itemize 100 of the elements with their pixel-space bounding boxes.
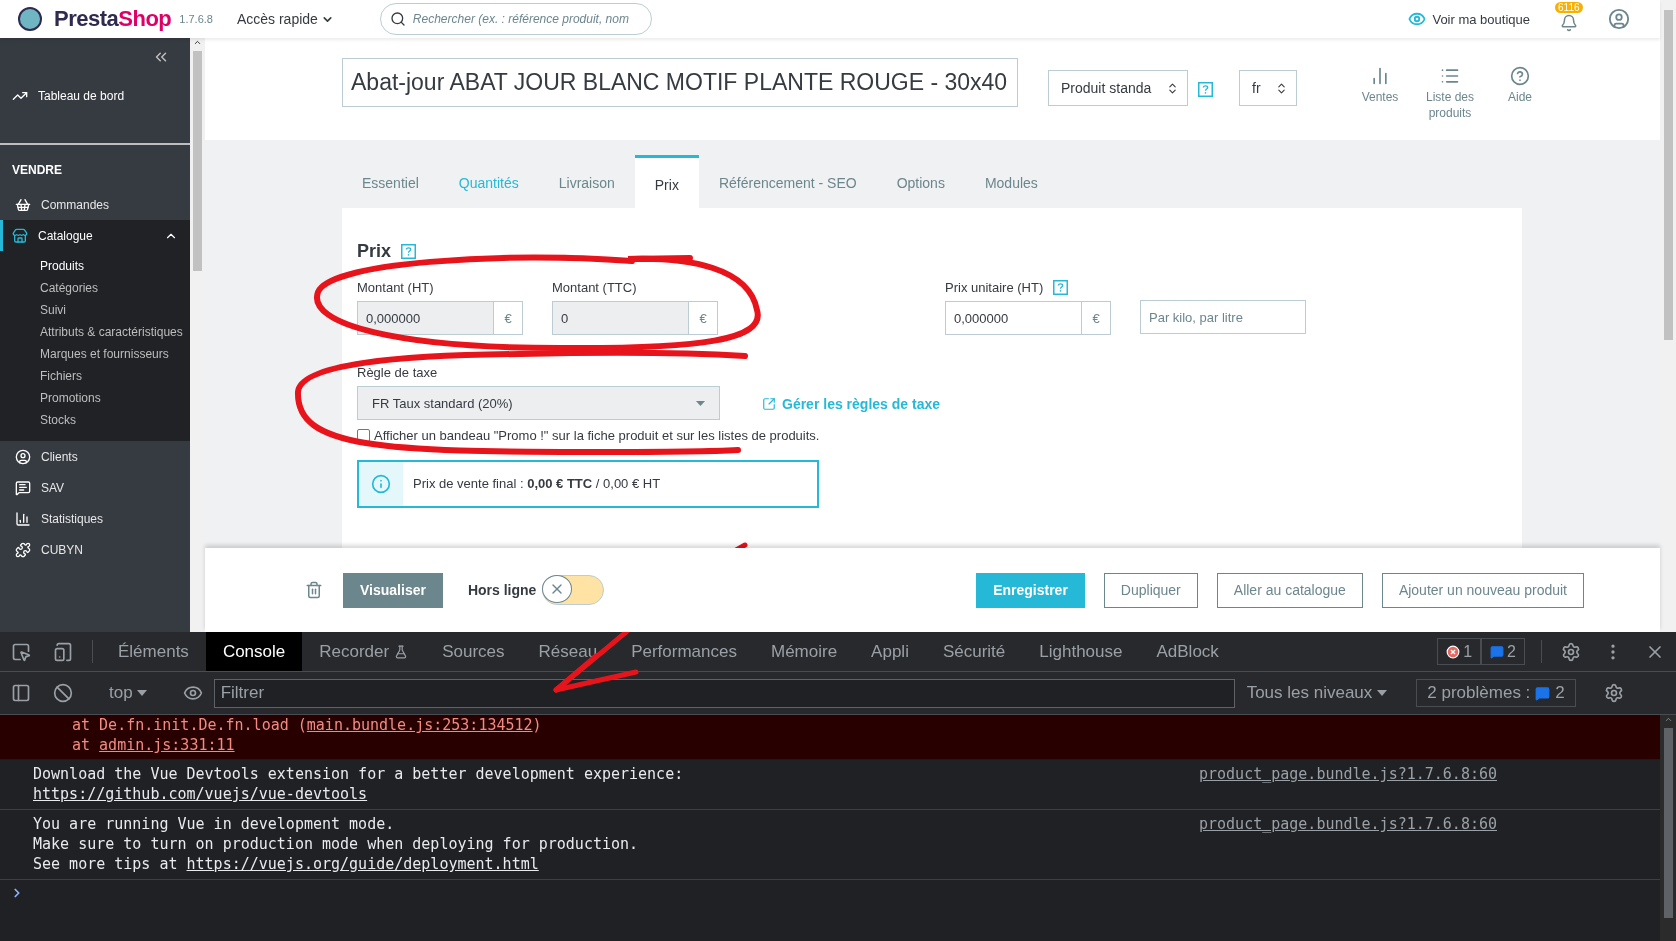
section-title: Prix [357,241,392,262]
levels-select[interactable]: Tous les niveaux [1234,683,1400,703]
scrollbar[interactable] [1660,715,1676,941]
sidebar-item[interactable]: Catalogue [0,220,190,251]
user-icon[interactable] [1608,8,1630,30]
tab[interactable]: Options [876,155,965,208]
action-button[interactable]: Ajouter un nouveau produit [1381,572,1584,608]
arrow-up-icon [1663,715,1673,724]
issues-button[interactable]: 2 problèmes : 2 [1416,679,1576,707]
menu-icon [15,541,31,558]
language-select[interactable]: fr [1239,70,1297,106]
shop-link[interactable]: Voir ma boutique [1408,10,1530,28]
scrollbar-thumb[interactable] [1663,10,1673,340]
section-title: VENDRE [11,162,63,179]
devtools-tab[interactable]: Lighthouse [1022,632,1140,671]
sidebar-item[interactable]: Clients [0,441,190,472]
tab[interactable]: Modules [964,155,1058,208]
source-link[interactable]: product_page.bundle.js?1.7.6.8:60 [1199,814,1497,874]
caret-icon [696,400,705,406]
devtools-tab[interactable]: Console [205,632,303,671]
source-link[interactable]: https://vuejs.org/guide/deployment.html [186,855,539,873]
console-text: See more tips at https://vuejs.org/guide/deployment.html [33,854,540,874]
devtools-tab[interactable]: Appli [854,632,926,671]
error-counter[interactable]: 1 [1437,638,1482,665]
help-icon[interactable] [1053,280,1069,295]
settings-icon[interactable] [1561,641,1581,662]
menu-icon [12,227,28,244]
offline-switch[interactable] [542,575,605,605]
submenu-item[interactable]: Marques et fournisseurs [40,343,185,365]
action-button[interactable]: Dupliquer [1103,572,1198,608]
tab[interactable]: Référencement - SEO [698,155,877,208]
eye-icon[interactable] [182,683,203,703]
scrollbar[interactable] [190,38,205,632]
toolbar-link[interactable]: Ventes [1353,66,1407,121]
logo-icon [18,7,42,31]
action-button[interactable]: Aller au catalogue [1216,572,1363,608]
source-link[interactable]: main.bundle.js:253:134512 [306,716,533,734]
sidebar-item[interactable]: SAV [0,472,190,503]
submenu-item[interactable]: Stocks [40,409,185,431]
devtools-tab[interactable]: Recorder [302,632,426,671]
context-select[interactable]: top [101,683,155,703]
inspect-icon[interactable] [11,641,31,662]
help-icon[interactable] [401,244,417,259]
field-label: Montant (HT) [357,280,435,295]
caret-icon [1377,690,1388,696]
submenu-item[interactable]: Attributs & caractéristiques [40,321,185,343]
message-icon [1535,685,1551,701]
field-label: Règle de taxe [357,365,439,380]
sidebar-item[interactable]: Commandes [0,189,190,220]
submenu-item[interactable]: Promotions [40,387,185,409]
menu-icon [15,510,31,527]
source-link[interactable]: admin.js:331:11 [99,736,235,754]
delete-icon[interactable] [305,581,323,599]
toolbar-link[interactable]: Aide [1493,66,1547,121]
scrollbar-thumb[interactable] [1663,728,1673,918]
scrollbar[interactable] [1660,0,1676,632]
product-type-select[interactable]: Produit standa [1048,70,1188,106]
toolbar-link[interactable]: Liste des produits [1423,66,1477,121]
unit-field[interactable]: Par kilo, par litre [1140,300,1306,334]
sidebar-item[interactable]: Tableau de bord [12,88,170,104]
devtools-tab[interactable]: Sécurité [925,632,1023,671]
price-field[interactable]: 0,000000 € [945,301,1111,335]
devtools-tab[interactable]: Éléments [101,632,206,671]
help-icon[interactable] [1198,82,1213,97]
devtools-tab[interactable]: Mémoire [754,632,855,671]
console-link[interactable]: https://github.com/vuejs/vue-devtools [33,784,684,804]
submenu-item[interactable]: Catégories [40,277,185,299]
devtools-tab[interactable]: Réseau [521,632,615,671]
sidebar-icon[interactable] [11,683,31,703]
message-counter[interactable]: 2 [1481,638,1525,665]
preview-button[interactable]: Visualiser [343,572,443,608]
source-link[interactable]: product_page.bundle.js?1.7.6.8:60 [1199,764,1497,804]
field-label: Montant (TTC) [552,280,638,295]
clear-icon[interactable] [53,683,73,703]
tab[interactable]: Essentiel [342,155,439,208]
search-icon [389,11,406,27]
caret-icon [136,690,147,696]
quick-access-menu[interactable]: Accès rapide [230,10,340,28]
devtools-tab[interactable]: Performances [614,632,754,671]
menu-icon [15,479,31,496]
tax-rule-select[interactable]: FR Taux standard (20%) [357,386,720,420]
submenu-item[interactable]: Produits [40,255,185,277]
submenu-item[interactable]: Fichiers [40,365,185,387]
tab[interactable]: Livraison [538,155,635,208]
search-field[interactable]: Rechercher (ex. : référence produit, nom [379,3,652,35]
device-icon[interactable] [53,641,73,662]
sidebar-item[interactable]: CUBYN [0,534,190,565]
devtools-tab[interactable]: AdBlock [1139,632,1236,671]
sidebar-item[interactable]: Statistiques [0,503,190,534]
submenu-item[interactable]: Suivi [40,299,185,321]
scrollbar-thumb[interactable] [193,51,202,271]
console-text: You are running Vue in development mode. [33,814,396,834]
tab[interactable]: Prix [634,155,699,208]
eye-icon [1408,10,1427,28]
devtools-tab[interactable]: Sources [425,632,522,671]
menu-icon [15,448,31,465]
settings-icon[interactable] [1603,683,1624,703]
product-name-field[interactable]: Abat-jour ABAT JOUR BLANC MOTIF PLANTE ROUGE - 30x40 [342,58,1018,107]
field-label: Prix unitaire (HT) [945,280,1044,295]
filter-field[interactable]: Filtrer [213,678,1235,708]
